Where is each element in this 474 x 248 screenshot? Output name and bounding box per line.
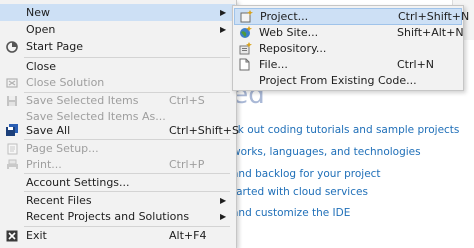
menu-item-save-all[interactable]: Save All Ctrl+Shift+S [0,122,239,139]
menu-item-start-page[interactable]: Start Page [0,38,235,55]
start-link-backlog[interactable]: and backlog for your project [232,168,381,180]
start-page-icon [5,40,19,54]
submenu-item-label: Web Site... [259,26,319,39]
submenu-arrow-icon: ▶ [220,8,227,17]
page-setup-icon [5,142,19,156]
menu-item-shortcut: Ctrl+P [169,158,205,171]
file-menu: New ▶ Open ▶ Start Page Close Close Solu… [0,0,239,248]
submenu-arrow-icon: ▶ [220,212,227,221]
menu-item-shortcut: Ctrl+Shift+S [169,124,239,137]
menu-item-account-settings[interactable]: Account Settings... [0,174,235,191]
submenu-arrow-icon: ▶ [220,196,227,205]
save-icon [5,94,19,108]
menu-item-recent-projects[interactable]: Recent Projects and Solutions ▶ [0,208,235,225]
menu-item-label: Start Page [26,40,83,53]
submenu-item-label: Project From Existing Code... [259,74,417,87]
repository-icon [238,42,252,56]
menu-item-label: Exit [26,229,47,242]
submenu-item-shortcut: Ctrl+N [397,58,435,71]
new-project-icon [239,10,253,24]
menu-item-label: New [26,6,50,19]
globe-icon [238,26,252,40]
menu-item-label: Recent Projects and Solutions [26,210,190,223]
menu-item-page-setup[interactable]: Page Setup... [0,140,235,157]
menu-item-label: Save Selected Items [26,94,139,107]
exit-icon [5,229,19,243]
submenu-item-shortcut: Ctrl+Shift+N [398,10,470,23]
submenu-item-shortcut: Shift+Alt+N [397,26,464,39]
menu-item-recent-files[interactable]: Recent Files ▶ [0,192,235,209]
submenu-item-label: Project... [260,10,309,23]
start-link-cloud[interactable]: tarted with cloud services [232,186,368,198]
menu-item-shortcut: Alt+F4 [169,229,207,242]
menu-item-close[interactable]: Close [0,58,235,75]
menu-item-open[interactable]: Open ▶ [0,21,235,38]
menu-item-exit[interactable]: Exit Alt+F4 [0,227,235,244]
menu-item-new[interactable]: New ▶ [0,4,235,21]
menu-item-label: Print... [26,158,62,171]
menu-item-label: Save All [26,124,71,137]
submenu-item-website[interactable]: Web Site... Shift+Alt+N [234,24,464,41]
submenu-item-repository[interactable]: Repository... [234,40,462,57]
start-link-tutorials[interactable]: ck out coding tutorials and sample proje… [232,124,459,136]
menu-item-label: Recent Files [26,194,92,207]
menu-item-close-solution[interactable]: Close Solution [0,74,235,91]
submenu-item-project-from-existing-code[interactable]: Project From Existing Code... [234,72,462,89]
new-file-icon [238,58,252,72]
submenu-item-project[interactable]: Project... Ctrl+Shift+N [234,8,469,25]
start-link-frameworks[interactable]: works, languages, and technologies [232,146,421,158]
menu-item-label: Account Settings... [26,176,130,189]
close-solution-icon [5,76,19,90]
start-link-customize[interactable]: and customize the IDE [232,207,350,219]
menu-item-label: Close Solution [26,76,105,89]
save-all-icon [5,124,19,138]
menu-item-label: Page Setup... [26,142,99,155]
print-icon [5,158,19,172]
menu-item-label: Open [26,23,56,36]
menu-item-print[interactable]: Print... Ctrl+P [0,156,235,173]
submenu-item-label: Repository... [259,42,327,55]
menu-item-shortcut: Ctrl+S [169,94,205,107]
menu-item-save-selected[interactable]: Save Selected Items Ctrl+S [0,92,235,109]
submenu-item-file[interactable]: File... Ctrl+N [234,56,462,73]
submenu-item-label: File... [259,58,288,71]
submenu-arrow-icon: ▶ [220,25,227,34]
new-submenu: Project... Ctrl+Shift+N Web Site... Shif… [232,5,469,91]
menu-item-label: Close [26,60,56,73]
